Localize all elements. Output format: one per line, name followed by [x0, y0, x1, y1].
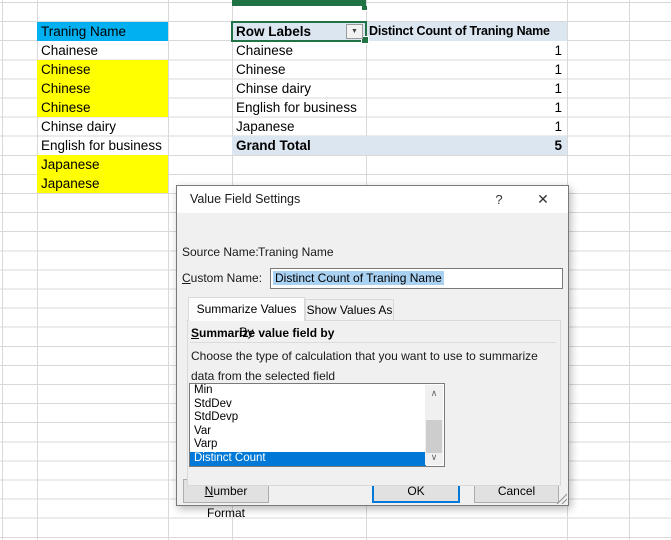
list-option-var[interactable]: Var [190, 425, 426, 439]
fill-handle[interactable] [361, 6, 368, 11]
list-option-min[interactable]: Min [190, 384, 426, 398]
source-cell[interactable]: Japanese [37, 174, 168, 193]
list-option-distinct-count[interactable]: Distinct Count [190, 452, 426, 466]
value-field-settings-dialog: Value Field Settings ? ✕ Source Name: Tr… [176, 185, 569, 506]
tab-panel: Summarize value field by Choose the type… [187, 320, 561, 486]
row-labels-filter-dropdown[interactable]: ▼ [346, 24, 363, 39]
gridline [629, 0, 630, 540]
description-line: Choose the type of calculation that you … [191, 349, 538, 363]
dialog-title: Value Field Settings [190, 192, 300, 206]
pivot-value-cell[interactable]: 1 [366, 117, 567, 136]
source-cell[interactable]: Chinese [37, 60, 168, 79]
pivot-row-label[interactable]: Japanese [232, 117, 366, 136]
pivot-row-label[interactable]: Chinese [232, 60, 366, 79]
gridline [2, 0, 3, 540]
help-icon: ? [495, 192, 502, 207]
source-cell[interactable]: Chinse dairy [37, 117, 168, 136]
gridline [168, 0, 169, 540]
pivot-value-cell[interactable]: 1 [366, 79, 567, 98]
tab-show-values-as[interactable]: Show Values As [305, 299, 394, 321]
scroll-down-button[interactable]: ∨ [425, 449, 443, 465]
list-option-stddev[interactable]: StdDev [190, 398, 426, 412]
custom-name-label: Custom Name: [182, 271, 262, 285]
pivot-value-cell[interactable]: 1 [366, 98, 567, 117]
scroll-up-button[interactable]: ∧ [425, 385, 443, 401]
source-cell[interactable]: English for business [37, 136, 168, 155]
list-option-stddevp[interactable]: StdDevp [190, 411, 426, 425]
pivot-row-label[interactable]: Chainese [232, 41, 366, 60]
source-name-label: Source Name: [182, 245, 259, 259]
partial-selected-cell [232, 0, 366, 6]
source-cell[interactable]: Chinese [37, 79, 168, 98]
source-cell[interactable]: Japanese [37, 155, 168, 174]
source-name-value: Traning Name [258, 245, 334, 259]
listbox-scrollbar[interactable]: ∧ ∨ [425, 385, 443, 465]
list-option-varp[interactable]: Varp [190, 438, 426, 452]
group-title: Summarize value field by [191, 326, 334, 340]
custom-name-input[interactable]: Distinct Count of Traning Name [270, 268, 563, 289]
pivot-value-cell[interactable]: 1 [366, 41, 567, 60]
source-header-cell[interactable]: Traning Name [37, 22, 168, 41]
resize-grip-icon[interactable] [554, 491, 567, 504]
calculation-listbox: Min StdDev StdDevp Var Varp Distinct Cou… [189, 383, 445, 467]
scroll-up-icon: ∧ [431, 388, 438, 398]
close-icon: ✕ [537, 191, 549, 207]
description-line: data from the selected field [191, 369, 335, 383]
selected-text: Distinct Count of Traning Name [273, 271, 444, 285]
source-cell[interactable]: Chainese [37, 41, 168, 60]
pivot-value-cell[interactable]: 1 [366, 60, 567, 79]
tab-summarize-values-by[interactable]: Summarize Values By [188, 297, 305, 321]
scroll-down-icon: ∨ [431, 452, 438, 462]
help-button[interactable]: ? [482, 186, 516, 213]
source-cell[interactable]: Chinese [37, 98, 168, 117]
dialog-titlebar[interactable]: Value Field Settings ? ✕ [177, 186, 568, 213]
pivot-row-label[interactable]: Chinse dairy [232, 79, 366, 98]
pivot-row-label[interactable]: English for business [232, 98, 366, 117]
close-button[interactable]: ✕ [526, 186, 560, 213]
pivot-grand-total-value[interactable]: 5 [366, 136, 567, 155]
filter-dropdown-icon: ▼ [351, 28, 358, 35]
pivot-values-header[interactable]: Distinct Count of Traning Name [366, 22, 567, 41]
pivot-grand-total-label[interactable]: Grand Total [232, 136, 366, 155]
